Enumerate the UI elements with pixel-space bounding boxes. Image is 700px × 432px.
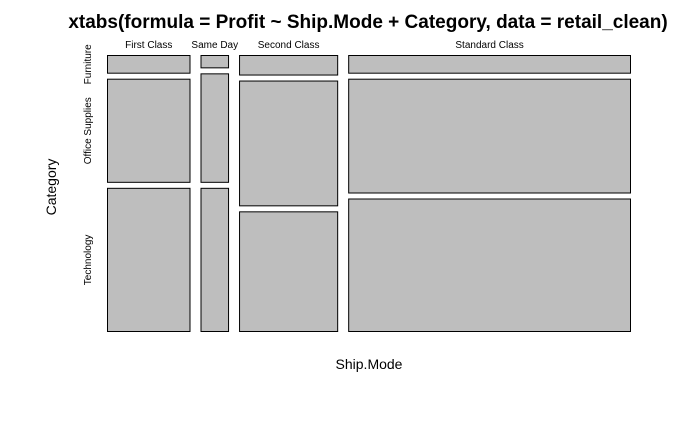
tile-same-day-office-supplies: [200, 73, 230, 183]
tile-first-class-furniture: [107, 55, 191, 74]
tile-second-class-furniture: [239, 55, 339, 76]
column-label-same-day: Same Day: [191, 40, 238, 51]
mosaic-chart: xtabs(formula = Profit ~ Ship.Mode + Cat…: [43, 12, 668, 372]
tile-first-class-office-supplies: [107, 78, 191, 183]
row-label-technology: Technology: [83, 235, 94, 286]
tile-same-day-furniture: [200, 55, 230, 69]
column-label-second-class: Second Class: [258, 40, 320, 51]
tile-second-class-office-supplies: [239, 80, 339, 207]
row-label-furniture: Furniture: [83, 44, 94, 84]
chart-title: xtabs(formula = Profit ~ Ship.Mode + Cat…: [68, 12, 667, 33]
column-label-first-class: First Class: [125, 40, 172, 51]
column-labels: First Class Same Day Second Class Standard …: [125, 40, 524, 51]
tile-same-day-technology: [200, 187, 230, 332]
x-axis-title: Ship.Mode: [336, 356, 403, 372]
y-axis-title: Category: [43, 159, 59, 216]
mosaic-tiles: [107, 55, 631, 332]
row-labels: Furniture Office Supplies Technology: [83, 44, 94, 285]
tile-first-class-technology: [107, 187, 191, 332]
tile-second-class-technology: [239, 211, 339, 332]
tile-standard-class-office-supplies: [348, 78, 631, 194]
tile-standard-class-furniture: [348, 55, 631, 74]
row-label-office-supplies: Office Supplies: [83, 97, 94, 164]
tile-standard-class-technology: [348, 198, 631, 332]
column-label-standard-class: Standard Class: [455, 40, 523, 51]
